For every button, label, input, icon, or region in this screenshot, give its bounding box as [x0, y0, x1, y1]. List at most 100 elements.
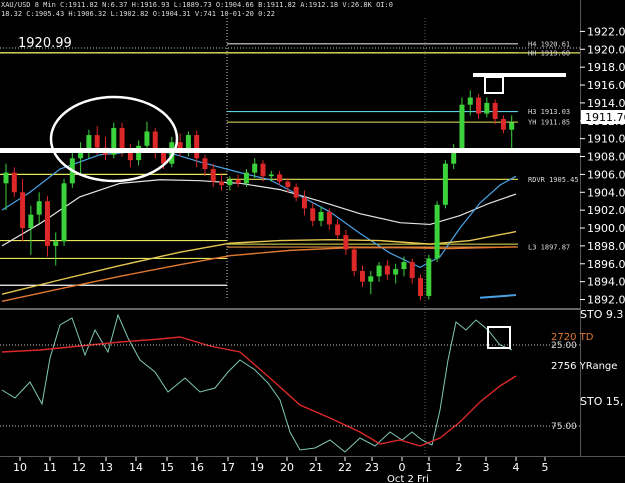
last-price-label: 1911.76 — [585, 111, 625, 124]
cursor-value: 1920.99 — [18, 36, 72, 51]
x-tick-label: 3 — [483, 461, 490, 474]
candle-body — [426, 258, 432, 296]
y-tick-label: 1904.00 — [587, 186, 625, 199]
x-tick-label: 20 — [280, 461, 294, 474]
candle-body — [326, 211, 332, 225]
candle-body — [36, 201, 42, 215]
candle-body — [500, 118, 506, 130]
candle-body — [219, 181, 225, 186]
candle-body — [310, 208, 316, 221]
header-info-1: XAU/USD 8 Min C:1911.82 N:6.37 H:1916.93… — [1, 1, 393, 9]
y-tick-label: 1900.00 — [587, 222, 625, 235]
x-axis-divider — [0, 456, 625, 457]
y-tick-label: 1914.00 — [587, 97, 625, 110]
x-tick-label: 23 — [365, 461, 379, 474]
candle-body — [476, 97, 482, 114]
candle-body — [243, 172, 249, 184]
x-tick-label: 14 — [129, 461, 143, 474]
x-tick-label: 21 — [309, 461, 323, 474]
candle-body — [44, 201, 50, 246]
x-tick-label: 22 — [338, 461, 352, 474]
candle-body — [301, 197, 307, 209]
candle-body — [53, 241, 59, 246]
y-tick-label: 1918.00 — [587, 61, 625, 74]
candle-body — [227, 179, 233, 186]
sto-level-75-label: 75.00 — [551, 422, 577, 432]
candle-body — [484, 102, 490, 114]
x-tick-label: 11 — [43, 461, 57, 474]
y-tick-label: 1908.00 — [587, 151, 625, 164]
x-tick-label: 12 — [72, 461, 86, 474]
y-tick-label: 1902.00 — [587, 204, 625, 217]
candle-body — [467, 97, 473, 105]
x-tick-label: 15 — [160, 461, 174, 474]
candle-body — [351, 249, 357, 271]
y-tick-label: 1910.00 — [587, 133, 625, 146]
candle-body — [11, 172, 17, 193]
candle-body — [94, 135, 100, 148]
x-tick-label: 4 — [513, 461, 520, 474]
candle-body — [252, 163, 258, 173]
yrange-label: 2756 YRange — [551, 361, 617, 372]
y-tick-label: 1922.00 — [587, 25, 625, 38]
x-tick-label: 10 — [13, 461, 27, 474]
y-tick-label: 1916.00 — [587, 79, 625, 92]
y-tick-label: 1920.00 — [587, 43, 625, 56]
y-tick-label: 1896.00 — [587, 258, 625, 271]
candle-body — [119, 127, 125, 152]
header-info-2: 18.32 C:1905.43 H:1906.32 L:1902.82 O:19… — [1, 10, 275, 18]
candle-body — [409, 261, 415, 279]
chart-canvas: XAU/USD 8 Min C:1911.82 N:6.37 H:1916.93… — [0, 0, 625, 483]
x-tick-label: 2 — [456, 461, 463, 474]
y-tick-label: 1898.00 — [587, 240, 625, 253]
candle-body — [368, 276, 374, 282]
candle-body — [235, 179, 241, 184]
candle-body — [28, 214, 34, 229]
candle-body — [144, 131, 150, 146]
level-label: H3 1913.03 — [528, 108, 570, 116]
x-tick-label: 17 — [221, 461, 235, 474]
candle-body — [202, 158, 208, 170]
candle-body — [384, 265, 390, 275]
y-tick-label: 1906.00 — [587, 168, 625, 181]
level-label: RDVR 1905.45 — [528, 176, 579, 184]
sto-label: STO 15, — [580, 395, 623, 408]
x-tick-label: 1 — [426, 461, 433, 474]
candle-body — [459, 104, 465, 150]
candle-body — [277, 174, 283, 182]
candle-body — [61, 183, 67, 242]
candle-body — [185, 135, 191, 150]
date-label: Oct 2 Fri — [387, 474, 429, 483]
level-label: HH 1919.60 — [528, 49, 570, 57]
level-label: H4 1920.61 — [528, 40, 570, 48]
y-tick-label: 1894.00 — [587, 276, 625, 289]
td-label: 2720 TD — [551, 332, 594, 343]
candle-body — [434, 204, 440, 259]
candle-body — [20, 192, 26, 229]
sto-top-label: STO 9.3 — [580, 308, 623, 321]
candle-body — [492, 102, 498, 119]
candle-body — [335, 224, 341, 236]
x-tick-label: 16 — [190, 461, 204, 474]
candle-body — [509, 122, 515, 130]
candle-body — [376, 265, 382, 277]
candle-body — [343, 235, 349, 250]
candle-body — [285, 181, 291, 187]
x-tick-label: 13 — [99, 461, 113, 474]
candle-body — [3, 172, 9, 184]
annotation-support-line — [0, 148, 580, 153]
candle-body — [442, 163, 448, 205]
candle-body — [359, 270, 365, 282]
candle-body — [194, 135, 200, 159]
level-label: YH 1911.85 — [528, 119, 570, 127]
candle-body — [401, 261, 407, 270]
candle-body — [393, 269, 399, 275]
candle-body — [418, 278, 424, 296]
panel-divider — [0, 308, 580, 310]
level-label: L3 1897.87 — [528, 244, 570, 252]
x-tick-label: 5 — [542, 461, 549, 474]
candle-body — [318, 211, 324, 221]
candle-body — [210, 169, 216, 182]
candle-body — [268, 174, 274, 177]
x-tick-label: 19 — [250, 461, 264, 474]
